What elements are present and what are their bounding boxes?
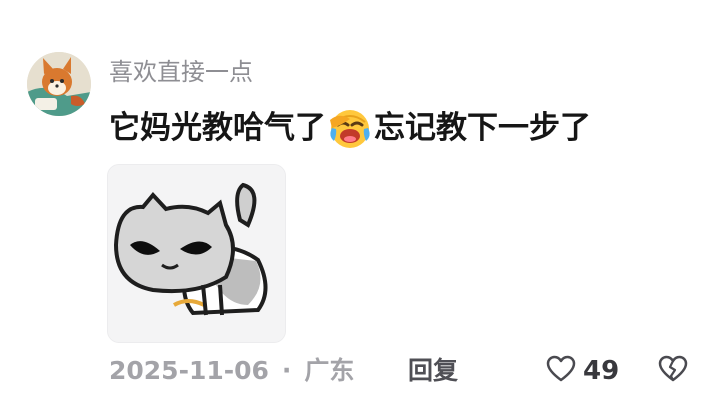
laughing-crying-emoji-icon <box>326 106 374 150</box>
meta-separator: · <box>281 356 292 385</box>
heart-outline-icon <box>546 355 576 387</box>
dislike-button[interactable] <box>655 352 691 390</box>
comment-item: 喜欢直接一点 它妈光教哈气了 忘记教下一步了 2025-11-06 · 广东 回复 4… <box>0 0 720 405</box>
comment-text-part-1: 它妈光教哈气了 <box>109 110 326 146</box>
like-count: 49 <box>583 356 620 386</box>
hissing-cat-sticker[interactable] <box>107 164 286 343</box>
reply-button[interactable]: 回复 <box>408 353 458 389</box>
comment-text-part-2: 忘记教下一步了 <box>374 110 591 146</box>
cat-sticker-image <box>108 165 285 342</box>
username[interactable]: 喜欢直接一点 <box>109 56 253 88</box>
comment-location: 广东 <box>304 356 355 385</box>
comment-date: 2025-11-06 <box>109 356 269 385</box>
comment-text: 它妈光教哈气了 忘记教下一步了 <box>109 106 591 150</box>
avatar[interactable] <box>27 52 91 116</box>
broken-heart-icon <box>658 355 688 387</box>
like-button[interactable]: 49 <box>546 352 619 390</box>
fox-avatar-image <box>27 52 91 116</box>
comment-meta: 2025-11-06 · 广东 <box>109 353 354 389</box>
